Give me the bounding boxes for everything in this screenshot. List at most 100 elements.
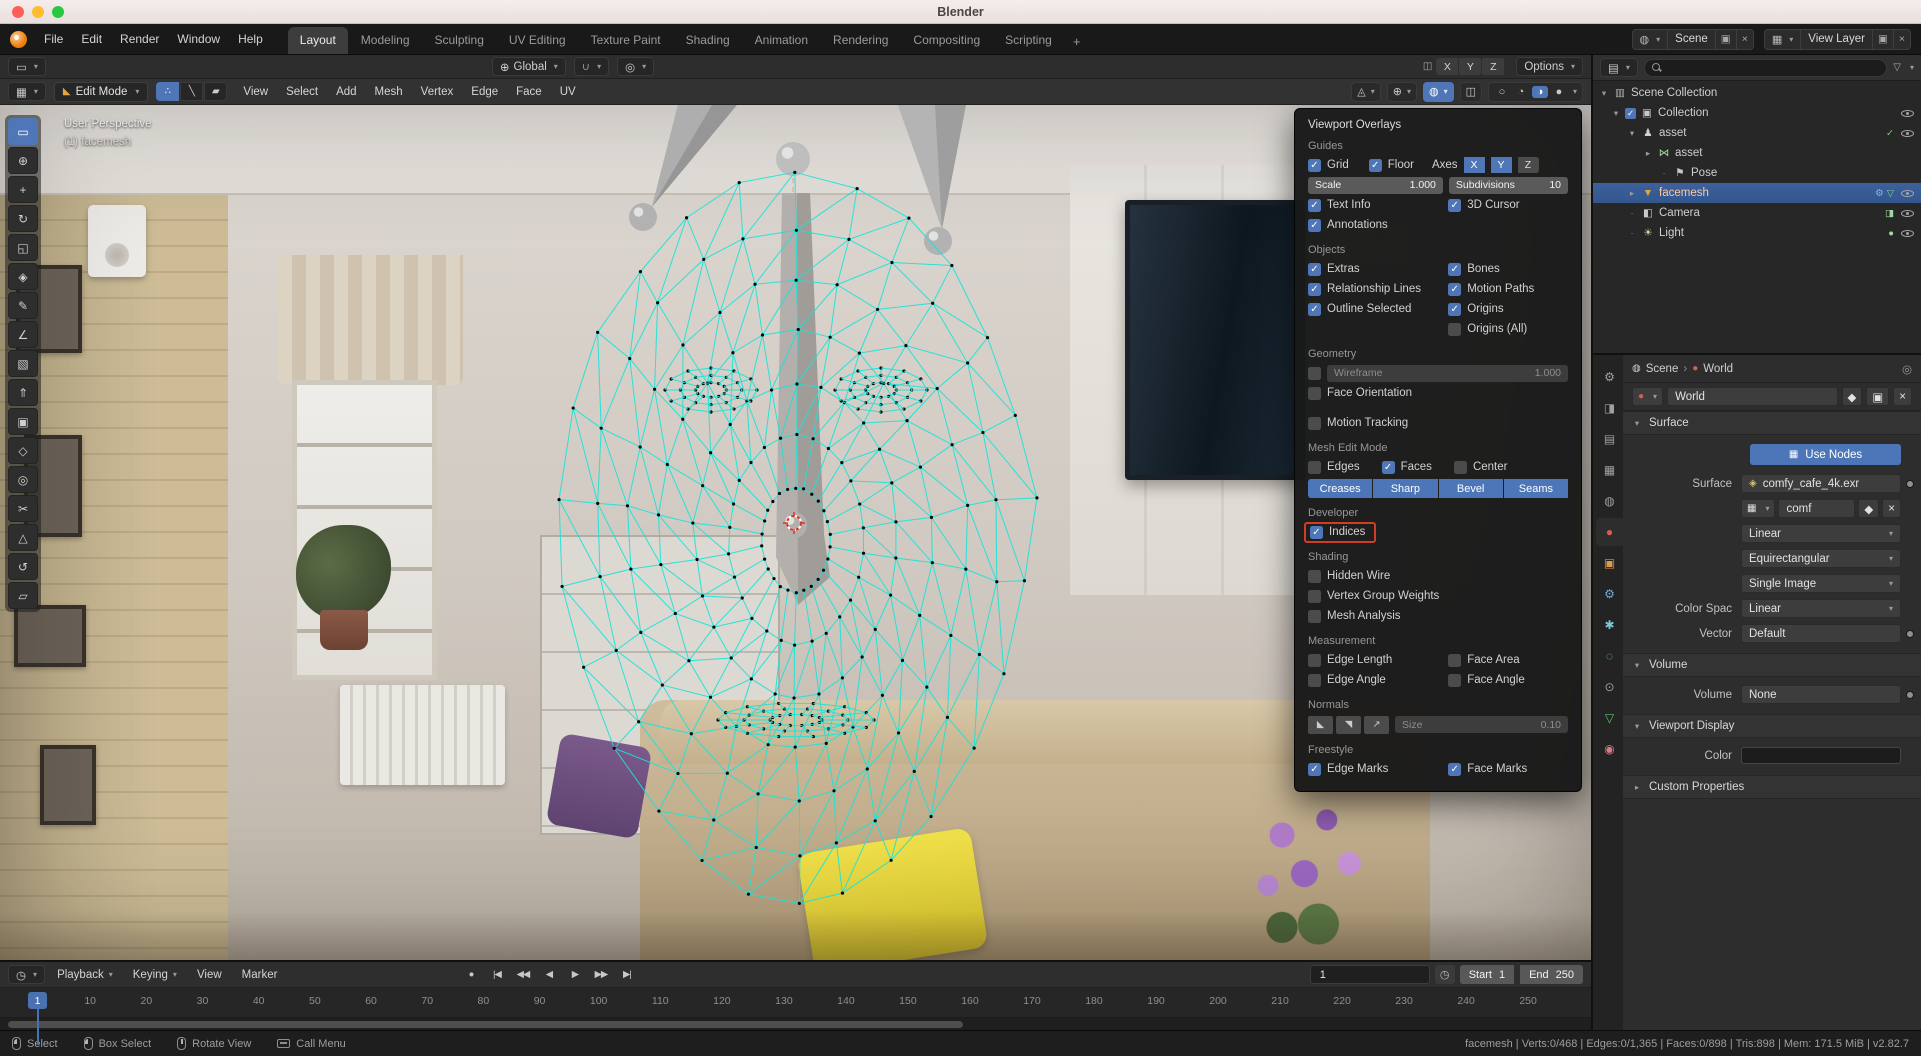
tool-tab[interactable]: ⚙ (1596, 363, 1623, 391)
edge-display-toggle[interactable]: Sharp (1373, 479, 1437, 498)
knife-tool[interactable]: ✂ (8, 495, 38, 522)
playhead[interactable]: 1 (28, 992, 47, 1009)
select-box-tool[interactable]: ▭ (8, 118, 38, 145)
object-data-tab[interactable]: ▽ (1596, 704, 1623, 732)
timeline-menu[interactable]: Playback (49, 966, 121, 984)
visibility-eye-icon[interactable] (1900, 206, 1915, 220)
face-orientation-checkbox[interactable] (1308, 387, 1321, 400)
frame-start-field[interactable]: Start1 (1460, 965, 1514, 984)
close-window-button[interactable] (12, 6, 24, 18)
solid-shading-button[interactable]: ◔ (1513, 86, 1529, 98)
workspace-tab[interactable]: Animation (743, 27, 820, 54)
workspace-tab[interactable]: Layout (288, 27, 348, 54)
rendered-shading-button[interactable]: ● (1551, 86, 1567, 98)
active-tool-dropdown[interactable]: ▭▾ (8, 57, 46, 76)
indices-checkbox[interactable] (1310, 526, 1323, 539)
normals-size-slider[interactable]: Size0.10 (1395, 716, 1568, 733)
move-tool[interactable]: + (8, 176, 38, 203)
topbar-menu[interactable]: Edit (72, 29, 111, 49)
new-world-button[interactable]: ▣ (1866, 387, 1889, 406)
viewport-color-swatch[interactable] (1741, 747, 1901, 764)
browse-image-button[interactable]: ▦▾ (1741, 499, 1775, 518)
minimize-window-button[interactable] (32, 6, 44, 18)
viewport-menu[interactable]: Select (278, 83, 326, 101)
material-preview-button[interactable]: ◑ (1532, 86, 1548, 98)
outliner-row-pose[interactable]: · ⚑ Pose (1593, 163, 1921, 183)
axis-toggle-button[interactable]: Z (1518, 157, 1539, 173)
visibility-eye-icon[interactable] (1900, 186, 1915, 200)
outliner-row-asset-armature[interactable]: ▸ ⋈ asset (1593, 143, 1921, 163)
measure-tool[interactable]: ∠ (8, 321, 38, 348)
world-tab[interactable]: ● (1596, 518, 1623, 546)
interpolation-dropdown[interactable]: Linear▾ (1741, 524, 1901, 543)
cursor-tool[interactable]: ⊕ (8, 147, 38, 174)
mirror-axis-button[interactable]: X (1436, 58, 1458, 75)
grid-subdivisions-slider[interactable]: Subdivisions10 (1449, 177, 1568, 194)
face-angle-checkbox[interactable] (1448, 674, 1461, 687)
gizmos-dropdown[interactable]: ⊕▾ (1387, 82, 1417, 102)
custom-properties-panel-header[interactable]: ▸ Custom Properties (1623, 775, 1921, 799)
vertex-group-weights-checkbox[interactable] (1308, 590, 1321, 603)
view-layer-tab[interactable]: ▦ (1596, 456, 1623, 484)
motion-paths-checkbox[interactable] (1448, 283, 1461, 296)
edge-angle-checkbox[interactable] (1308, 674, 1321, 687)
outliner-editor-type-button[interactable]: ▤▾ (1600, 58, 1638, 77)
workspace-tab[interactable]: Modeling (349, 27, 422, 54)
faces-checkbox[interactable] (1382, 461, 1395, 474)
vertex-normals-button[interactable]: ◣ (1308, 716, 1333, 734)
topbar-menu[interactable]: Help (229, 29, 272, 49)
chevron-down-icon[interactable]: ▾ (1910, 63, 1914, 72)
extrude-tool[interactable]: ⇑ (8, 379, 38, 406)
edge-marks-checkbox[interactable] (1308, 763, 1321, 776)
remove-view-layer-button[interactable]: × (1894, 30, 1910, 49)
axis-toggle-button[interactable]: X (1464, 157, 1485, 173)
expand-arrow-icon[interactable]: ▾ (1599, 88, 1609, 99)
scene-tab[interactable]: ◍ (1596, 487, 1623, 515)
output-tab[interactable]: ▤ (1596, 425, 1623, 453)
material-tab[interactable]: ◉ (1596, 735, 1623, 763)
inset-faces-tool[interactable]: ▣ (8, 408, 38, 435)
outline-selected-checkbox[interactable] (1308, 303, 1321, 316)
fake-user-shield-button[interactable]: ◆ (1858, 499, 1879, 518)
surface-panel-header[interactable]: ▾ Surface (1623, 411, 1921, 435)
overlays-dropdown[interactable]: ◍▾ (1423, 82, 1454, 102)
annotations-checkbox[interactable] (1308, 219, 1321, 232)
particles-tab[interactable]: ✱ (1596, 611, 1623, 639)
modifiers-tab[interactable]: ⚙ (1596, 580, 1623, 608)
current-frame-field[interactable]: 1 (1310, 965, 1430, 984)
next-keyframe-button[interactable]: ▶▶ (589, 965, 612, 984)
timeline-menu[interactable]: Marker (234, 966, 286, 984)
viewport-menu[interactable]: Edge (463, 83, 506, 101)
frame-end-field[interactable]: End250 (1520, 965, 1583, 984)
xray-toggle[interactable]: ◫ (1460, 82, 1482, 102)
poly-build-tool[interactable]: △ (8, 524, 38, 551)
add-cube-tool[interactable]: ▧ (8, 350, 38, 377)
volume-panel-header[interactable]: ▾ Volume (1623, 653, 1921, 677)
breadcrumb-scene[interactable]: Scene (1646, 363, 1679, 375)
wireframe-shading-button[interactable]: ○ (1494, 86, 1510, 98)
scene-name[interactable]: Scene (1668, 30, 1716, 49)
jump-to-end-button[interactable]: ▶| (615, 965, 638, 984)
text-info-checkbox[interactable] (1308, 199, 1321, 212)
topbar-menu[interactable]: Window (168, 29, 229, 49)
viewport-display-panel-header[interactable]: ▾ Viewport Display (1623, 714, 1921, 738)
collection-exclude-checkbox[interactable] (1625, 108, 1636, 119)
face-area-checkbox[interactable] (1448, 654, 1461, 667)
workspace-tab[interactable]: Rendering (821, 27, 900, 54)
grid-scale-slider[interactable]: Scale1.000 (1308, 177, 1443, 194)
workspace-tab[interactable]: Sculpting (423, 27, 496, 54)
use-preview-range-button[interactable]: ◷ (1435, 965, 1455, 984)
edge-display-toggle[interactable]: Seams (1504, 479, 1568, 498)
bevel-tool[interactable]: ◇ (8, 437, 38, 464)
visibility-eye-icon[interactable] (1900, 226, 1915, 240)
jump-to-start-button[interactable]: |◀ (485, 965, 508, 984)
extras-checkbox[interactable] (1308, 263, 1321, 276)
rotate-tool[interactable]: ↻ (8, 205, 38, 232)
outliner-row-collection[interactable]: ▾ ▣ Collection (1593, 103, 1921, 123)
topbar-menu[interactable]: Render (111, 29, 168, 49)
view-layer-name[interactable]: View Layer (1801, 30, 1873, 49)
timeline-ruler[interactable]: 1102030405060708090100110120130140150160… (0, 988, 1591, 1018)
vertex-select-mode-button[interactable]: ∴ (156, 82, 179, 101)
filter-icon[interactable]: ▽ (1893, 62, 1901, 73)
visibility-eye-icon[interactable] (1900, 106, 1915, 120)
